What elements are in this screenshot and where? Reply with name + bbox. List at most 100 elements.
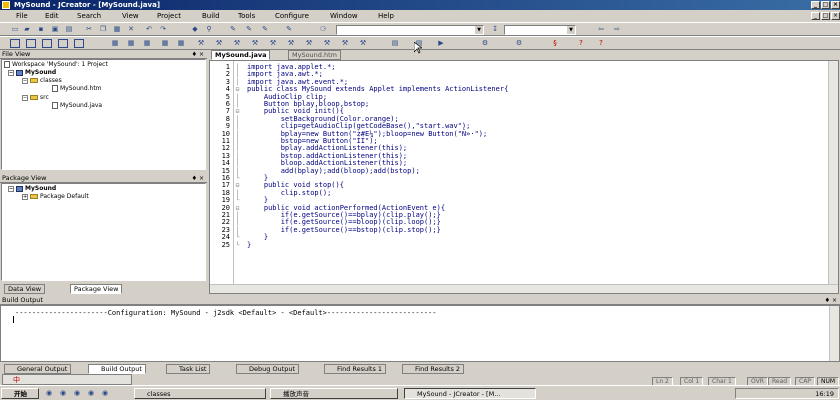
mdi-restore-button[interactable]: □: [821, 12, 830, 20]
layout-icon[interactable]: ▦: [110, 39, 120, 48]
pin-icon[interactable]: ♦ ×: [192, 174, 204, 183]
find-combo[interactable]: ▼: [504, 25, 576, 35]
fold-marker[interactable]: ⊟: [234, 86, 241, 93]
horizontal-scrollbar[interactable]: [210, 284, 838, 293]
src-folder[interactable]: − src: [22, 94, 49, 102]
save-icon[interactable]: ▪: [36, 25, 46, 34]
fold-marker[interactable]: │: [234, 101, 241, 108]
undo-icon[interactable]: ↶: [144, 25, 154, 34]
workspace-node[interactable]: Workspace 'MySound': 1 Project: [4, 61, 108, 69]
wrench-icon[interactable]: ⚒: [232, 39, 242, 48]
menu-help[interactable]: Help: [378, 10, 394, 22]
fold-marker[interactable]: └: [234, 197, 241, 204]
classes-folder[interactable]: − classes: [22, 77, 62, 85]
close-button[interactable]: ×: [831, 1, 840, 9]
minimize-button[interactable]: _: [811, 1, 820, 9]
fold-marker[interactable]: │: [234, 131, 241, 138]
tab-mysound-htm[interactable]: MySound.htm: [288, 50, 341, 60]
quicklaunch-icon[interactable]: ◉: [44, 389, 54, 398]
ime-toolbar[interactable]: 中: [2, 374, 132, 385]
cut-icon[interactable]: ✂: [84, 25, 94, 34]
print-icon[interactable]: ▤: [64, 25, 74, 34]
fold-marker[interactable]: │: [234, 123, 241, 130]
fold-marker[interactable]: │: [234, 219, 241, 226]
delete-icon[interactable]: ✕: [126, 25, 136, 34]
package-default-node[interactable]: + Package Default: [22, 193, 89, 201]
menu-view[interactable]: View: [122, 10, 139, 22]
new-file-icon[interactable]: ▭: [10, 25, 20, 34]
wrench-icon[interactable]: ⚒: [268, 39, 278, 48]
execute-icon[interactable]: ▶: [436, 39, 446, 48]
start-button[interactable]: 开始: [1, 388, 39, 399]
layout-icon[interactable]: ▦: [126, 39, 136, 48]
tab-data-view[interactable]: Data View: [4, 284, 46, 294]
find-icon[interactable]: ⚲: [204, 25, 214, 34]
fold-marker[interactable]: ⊟: [234, 182, 241, 189]
redo-icon[interactable]: ↷: [158, 25, 168, 34]
wrench-icon[interactable]: ⚒: [214, 39, 224, 48]
layout-icon[interactable]: ▦: [160, 39, 170, 48]
pin-icon[interactable]: ♦ ×: [825, 296, 837, 305]
wrench-icon[interactable]: ⚒: [250, 39, 260, 48]
find-next-icon[interactable]: ↧: [490, 25, 500, 34]
menu-build[interactable]: Build: [202, 10, 220, 22]
layout-icon[interactable]: ▦: [176, 39, 186, 48]
code-line[interactable]: if(e.getSource()==bstop)(clip.stop();}: [247, 226, 441, 234]
wrench-icon[interactable]: ⚒: [358, 39, 368, 48]
tab-mysound-java[interactable]: MySound.java: [211, 50, 271, 60]
menu-project[interactable]: Project: [157, 10, 181, 22]
wrench-icon[interactable]: ⚒: [340, 39, 350, 48]
tool-icon[interactable]: ✎: [228, 25, 238, 34]
fold-marker[interactable]: │: [234, 79, 241, 86]
tool-icon[interactable]: ✎: [260, 25, 270, 34]
window-icon[interactable]: [10, 39, 20, 48]
tab-find-results-1[interactable]: Find Results 1: [324, 364, 387, 374]
htm-file[interactable]: MySound.htm: [52, 85, 102, 93]
tool-icon[interactable]: ✎: [244, 25, 254, 34]
stop-icon[interactable]: §: [550, 39, 560, 48]
quicklaunch-icon[interactable]: ◉: [72, 389, 82, 398]
fold-marker[interactable]: │: [234, 160, 241, 167]
vertical-scrollbar[interactable]: [828, 61, 838, 293]
fold-marker[interactable]: └: [234, 175, 241, 182]
fold-marker[interactable]: ⊟: [234, 205, 241, 212]
bookmark-icon[interactable]: ◆: [190, 25, 200, 34]
project-node[interactable]: − MySound: [8, 69, 56, 77]
pin-icon[interactable]: ♦ ×: [192, 50, 204, 59]
window-icon[interactable]: [42, 39, 52, 48]
tool-icon[interactable]: ✎: [284, 25, 294, 34]
fold-marker[interactable]: ⊟: [234, 108, 241, 115]
layout-icon[interactable]: ▦: [142, 39, 152, 48]
save-all-icon[interactable]: ▣: [50, 25, 60, 34]
wrench-icon[interactable]: ⚒: [196, 39, 206, 48]
wrench-icon[interactable]: ⚒: [286, 39, 296, 48]
search-combo[interactable]: ▼: [336, 25, 484, 35]
tab-task-list[interactable]: Task List: [166, 364, 211, 374]
tab-debug-output[interactable]: Debug Output: [236, 364, 300, 374]
fold-marker[interactable]: │: [234, 168, 241, 175]
tab-find-results-2[interactable]: Find Results 2: [402, 364, 465, 374]
wrench-icon[interactable]: ⚒: [304, 39, 314, 48]
window-icon[interactable]: [58, 39, 68, 48]
fold-marker[interactable]: │: [234, 71, 241, 78]
menu-configure[interactable]: Configure: [275, 10, 309, 22]
debug-icon[interactable]: ⚙: [514, 39, 524, 48]
mdi-close-button[interactable]: ×: [831, 12, 840, 20]
task-play-sound[interactable]: 播放声音: [270, 388, 398, 399]
fold-marker[interactable]: └: [234, 234, 241, 241]
output-scrollbar[interactable]: [829, 306, 839, 361]
task-jcreator[interactable]: MySound - JCreator - [M...: [404, 388, 536, 399]
open-folder-icon[interactable]: ▰: [22, 25, 32, 34]
tab-build-output[interactable]: Build Output: [88, 364, 146, 374]
copy-icon[interactable]: ❐: [98, 25, 108, 34]
help-icon[interactable]: ?: [576, 39, 586, 48]
help-icon[interactable]: ?: [596, 39, 606, 48]
build-output-pane[interactable]: ----------------------Configuration: MyS…: [0, 305, 840, 362]
window-icon[interactable]: [74, 39, 84, 48]
menu-edit[interactable]: Edit: [45, 10, 59, 22]
ime-mode[interactable]: 中: [13, 376, 20, 384]
binoculars-icon[interactable]: ⚆: [318, 25, 328, 34]
compile-icon[interactable]: ▤: [390, 39, 400, 48]
window-icon[interactable]: [26, 39, 36, 48]
debug-icon[interactable]: ⚙: [480, 39, 490, 48]
